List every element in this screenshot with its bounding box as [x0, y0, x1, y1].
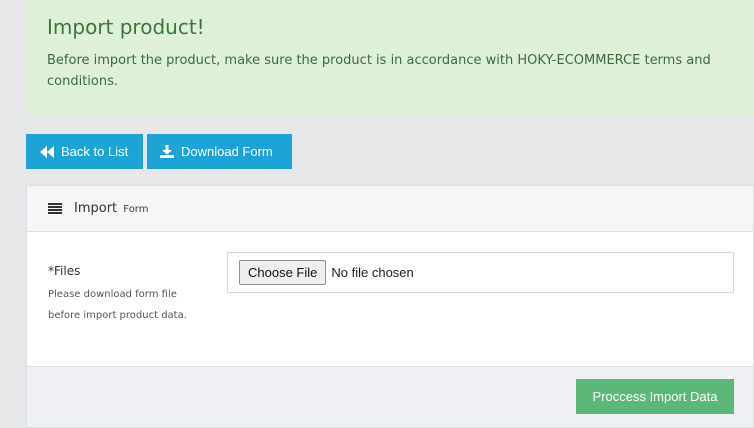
download-icon — [160, 145, 174, 158]
process-import-button[interactable]: Proccess Import Data — [576, 379, 734, 414]
panel-title-small: Form — [123, 204, 149, 215]
file-input[interactable]: Choose File No file chosen — [227, 252, 734, 293]
alert-text: Before import the product, make sure the… — [47, 53, 711, 89]
back-to-list-label: Back to List — [61, 144, 129, 159]
import-alert: Import product! Before import the produc… — [26, 0, 754, 116]
files-help-line-2: before import product data. — [48, 310, 187, 321]
files-help-text: Please download form file before import … — [48, 284, 208, 326]
page: Import product! Before import the produc… — [0, 0, 754, 428]
fast-backward-icon — [40, 145, 54, 158]
back-to-list-button[interactable]: Back to List — [26, 134, 143, 169]
download-form-button[interactable]: Download Form — [147, 134, 292, 169]
panel-footer: Proccess Import Data — [27, 366, 753, 427]
list-icon — [48, 203, 62, 214]
files-help-line-1: Please download form file — [48, 289, 177, 300]
panel-title-text: Import — [74, 201, 118, 216]
file-status-text: No file chosen — [331, 265, 414, 280]
alert-title: Import product! — [47, 15, 205, 39]
choose-file-button[interactable]: Choose File — [239, 260, 327, 285]
import-form-panel: Import Form *Files Please download form … — [26, 185, 754, 428]
files-label: *Files — [48, 264, 81, 278]
panel-title: Import Form — [74, 201, 149, 216]
panel-header: Import Form — [27, 186, 753, 232]
download-form-label: Download Form — [181, 144, 273, 159]
